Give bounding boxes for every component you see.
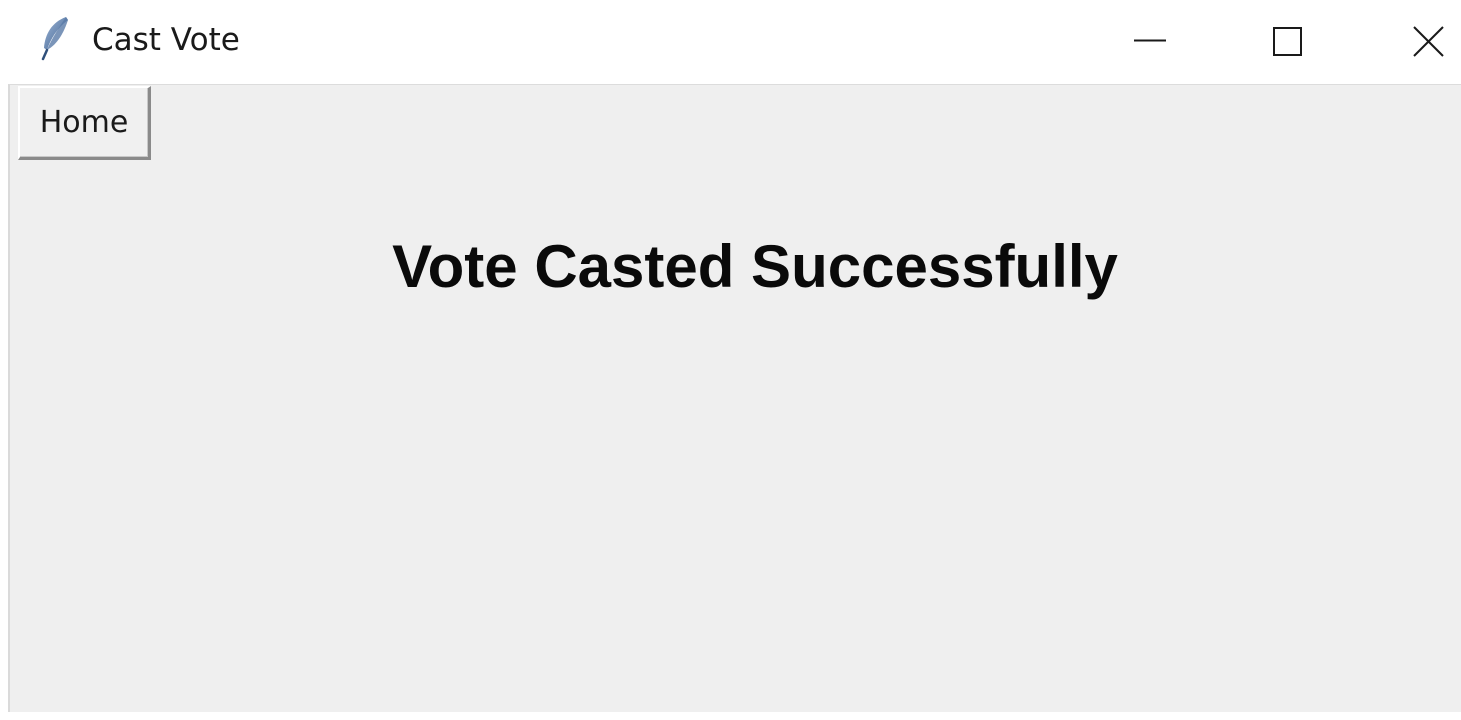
close-icon [1413, 26, 1444, 57]
success-message: Vote Casted Successfully [392, 233, 1118, 300]
window-bottom-border [0, 712, 1461, 720]
home-button[interactable]: Home [18, 86, 151, 160]
app-window: Cast Vote Home Vote Casted Successfully [0, 0, 1461, 720]
feather-icon [38, 14, 72, 62]
minimize-button[interactable] [1081, 0, 1219, 84]
close-button[interactable] [1357, 0, 1461, 84]
client-area: Home Vote Casted Successfully [8, 84, 1461, 712]
window-title: Cast Vote [92, 22, 240, 58]
maximize-icon [1273, 27, 1302, 56]
maximize-button[interactable] [1219, 0, 1357, 84]
minimize-icon [1134, 39, 1166, 42]
title-bar[interactable]: Cast Vote [0, 0, 1461, 84]
